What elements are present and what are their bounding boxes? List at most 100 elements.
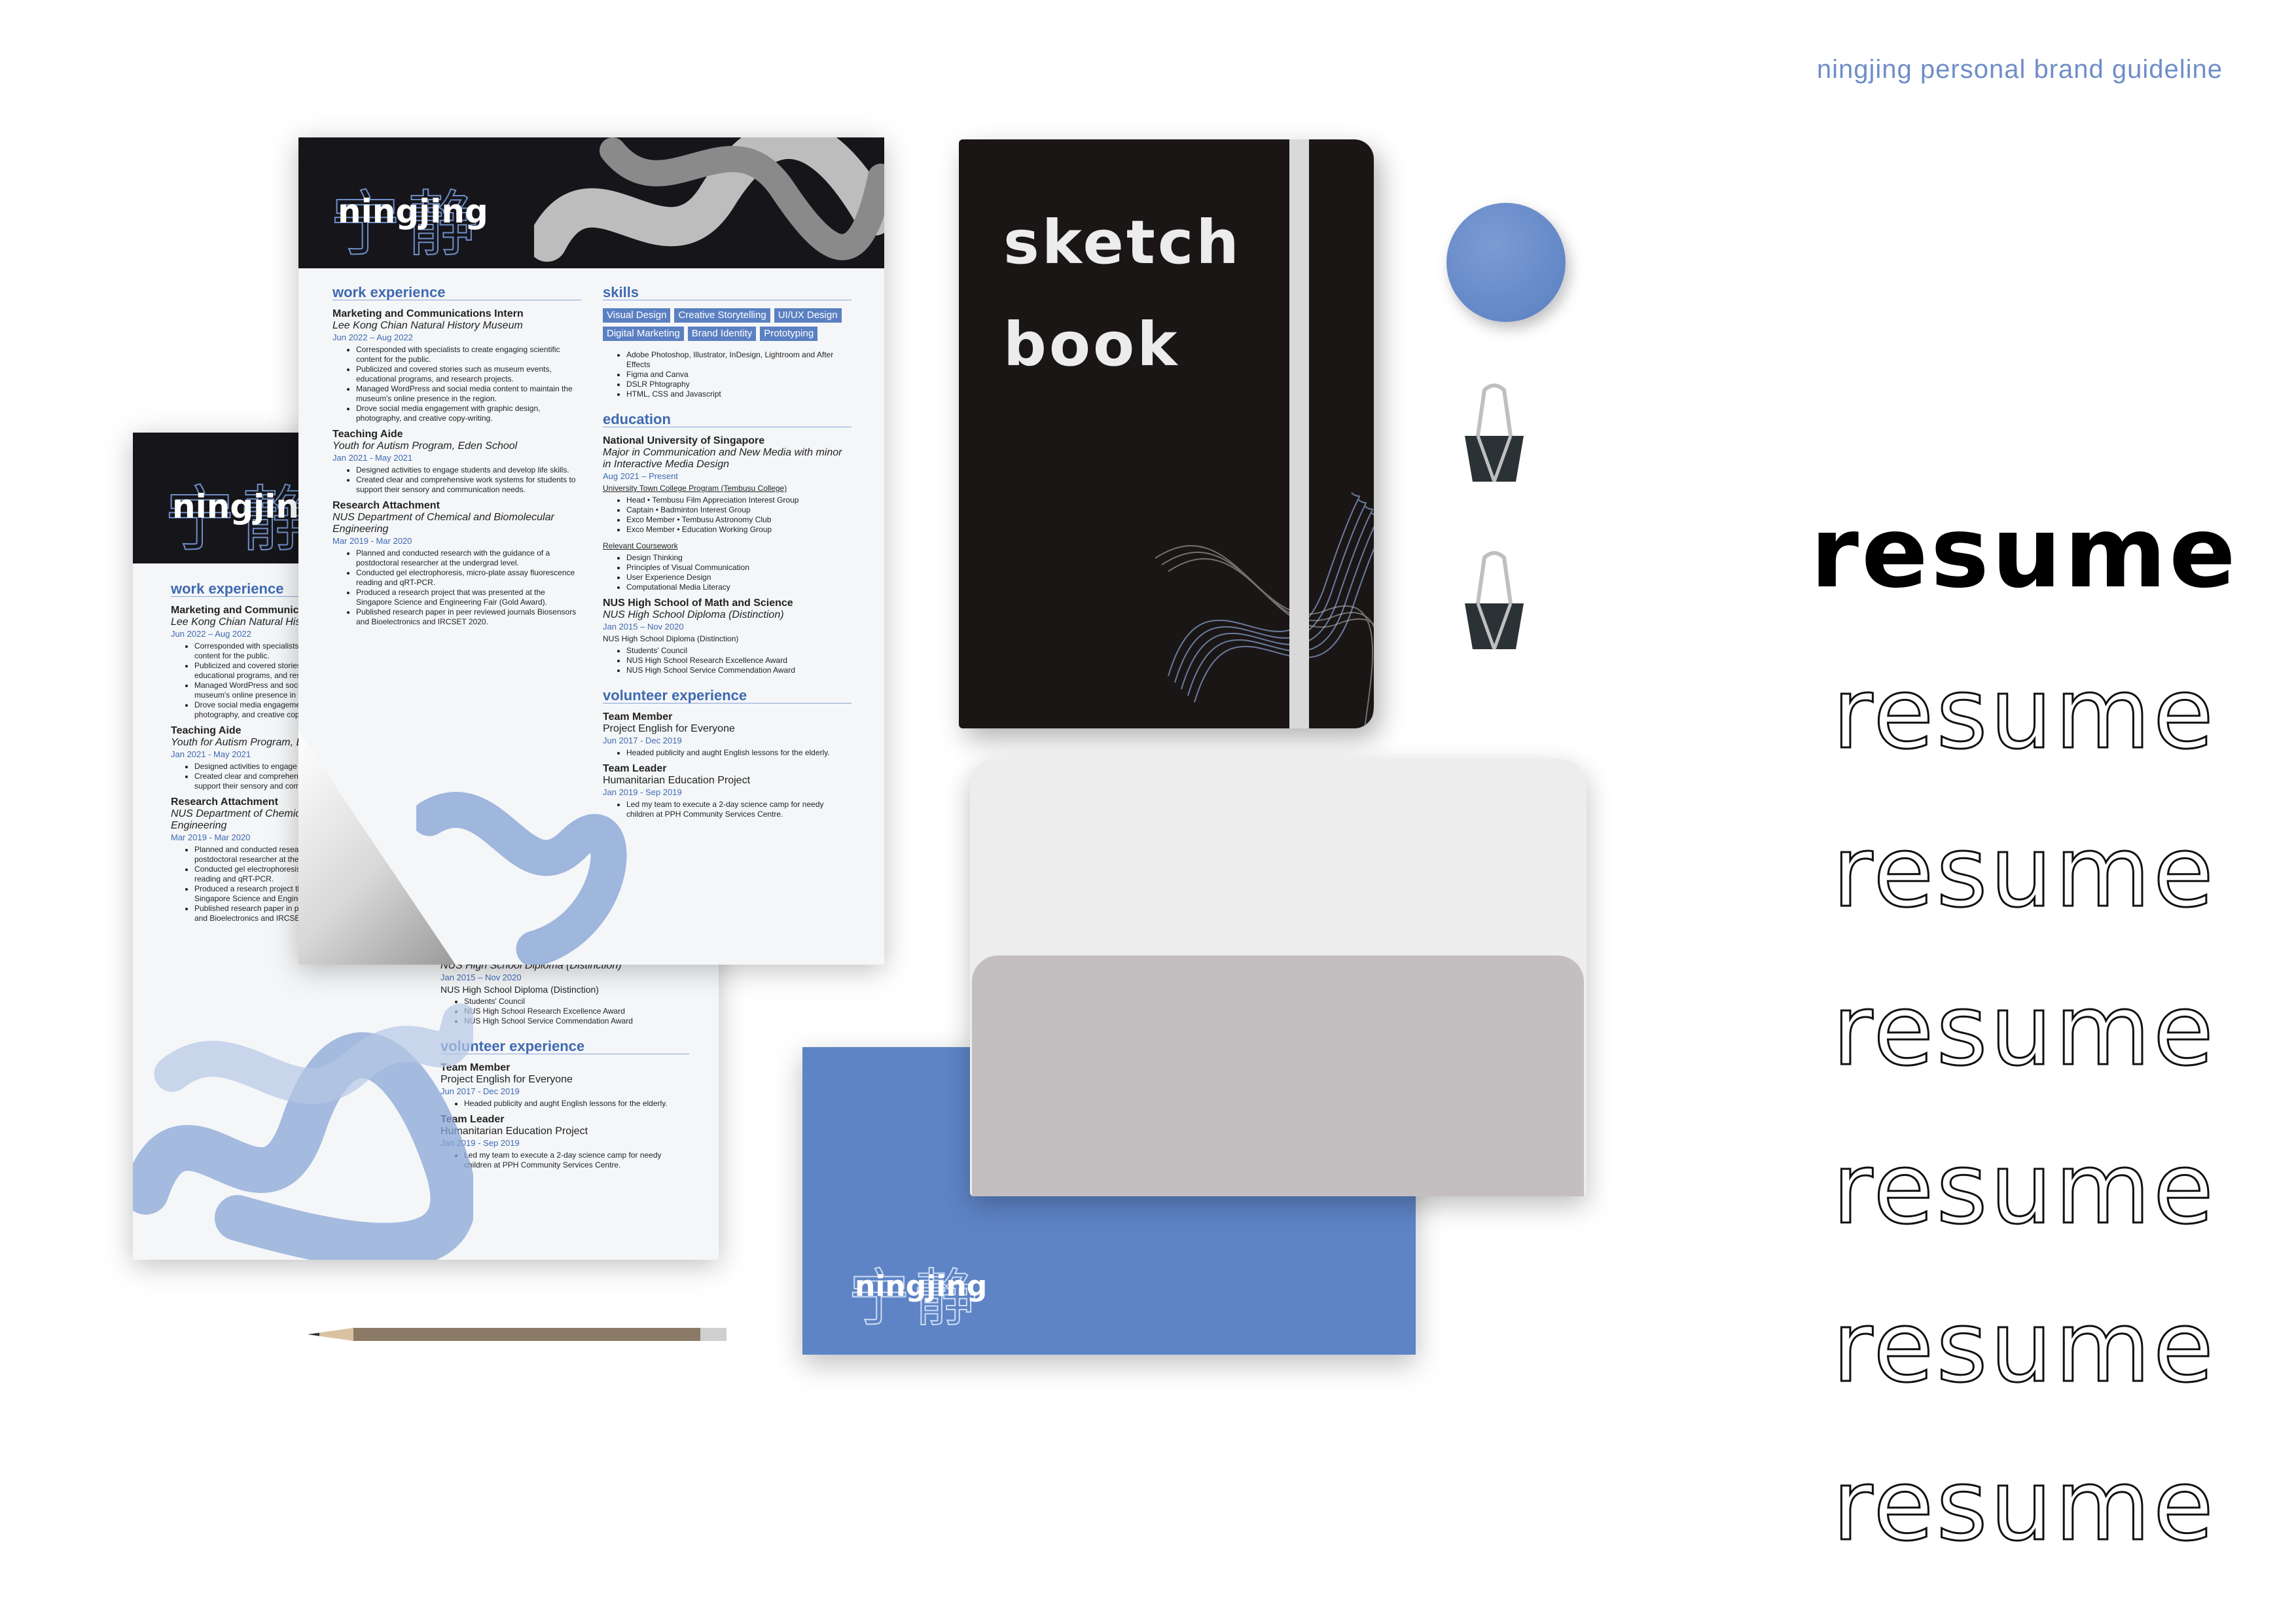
envelope-flap (972, 955, 1584, 1196)
sketchbook-elastic-band (1289, 139, 1309, 728)
vol-date: Jan 2019 - Sep 2019 (440, 1138, 520, 1148)
skills-heading: skills (603, 285, 852, 300)
vol-date: Jun 2017 - Dec 2019 (603, 736, 682, 745)
skill-tag: UI/UX Design (774, 308, 842, 323)
resume-lower-column: NUS High School of Math and Science NUS … (440, 943, 689, 1175)
edu-sub2: Relevant Coursework (603, 541, 678, 550)
edu-bullet: Computational Media Literacy (626, 582, 852, 592)
resume-front: 宁静 ningjing work experience Marketing an… (298, 137, 884, 965)
volunteer-heading: volunteer experience (440, 1039, 689, 1054)
edu-date: Jan 2015 – Nov 2020 (603, 622, 684, 632)
vol-org: Humanitarian Education Project (440, 1126, 588, 1137)
vol-org: Project English for Everyone (603, 723, 735, 734)
vol-title: Team Member (440, 1062, 511, 1073)
resume-word-outline: resume (1831, 974, 2216, 1088)
edu-sub: NUS High School Diploma (Distinction) (440, 984, 599, 995)
sketchbook: sketch book (959, 139, 1374, 728)
binder-clip-icon (1465, 383, 1524, 482)
resume-word-outline: resume (1831, 815, 2216, 929)
vol-bullet: Led my team to execute a 2-day science c… (626, 800, 852, 819)
resume-word-bold: resume (1810, 496, 2238, 610)
resume-word-outline: resume (1831, 1449, 2216, 1563)
edu-bullet: NUS High School Service Commendation Awa… (464, 1016, 689, 1026)
vol-title: Team Leader (440, 1114, 505, 1125)
vol-org: Humanitarian Education Project (603, 775, 751, 786)
blue-squiggle-art (133, 1003, 473, 1260)
edu-bullet: Exco Member • Tembusu Astronomy Club (626, 515, 852, 525)
pencil-icon (308, 1328, 726, 1341)
job-title: Teaching Aide (332, 429, 403, 440)
resume-header: 宁静 ningjing (298, 137, 884, 268)
binder-clip-icon (1465, 551, 1524, 650)
edu-sub: NUS High School Diploma (Distinction) (603, 634, 739, 643)
edu-bullet: Exco Member • Education Working Group (626, 525, 852, 535)
edu-date: Aug 2021 – Present (603, 471, 678, 481)
job-bullet: Drove social media engagement with graph… (356, 404, 581, 423)
skill-tag: Prototyping (760, 327, 818, 341)
blue-squiggle-art (416, 792, 627, 965)
job-org: Lee Kong Chian Natural History Museum (332, 320, 523, 331)
skill-bullet: Adobe Photoshop, Illustrator, InDesign, … (626, 350, 852, 370)
edu-bullet: Design Thinking (626, 553, 852, 563)
sketchbook-line-art (1155, 492, 1374, 728)
job-bullet: Produced a research project that was pre… (356, 588, 581, 607)
resume-work-column: work experience Marketing and Communicat… (332, 285, 581, 632)
edu-bullet: Principles of Visual Communication (626, 563, 852, 573)
vol-bullet: Led my team to execute a 2-day science c… (464, 1150, 689, 1170)
job-bullet: Published research paper in peer reviewe… (356, 607, 581, 627)
vol-date: Jan 2019 - Sep 2019 (603, 787, 682, 797)
vol-title: Team Member (603, 711, 673, 722)
job-title: Marketing and Communications Intern (332, 308, 524, 319)
vol-title: Team Leader (603, 763, 667, 774)
job-bullet: Conducted gel electrophoresis, micro-pla… (356, 568, 581, 588)
edu-bullet: NUS High School Research Excellence Awar… (464, 1007, 689, 1016)
skill-bullet: Figma and Canva (626, 370, 852, 380)
edu-sub: University Town College Program (Tembusu… (603, 484, 787, 493)
job-date: Jun 2022 – Aug 2022 (332, 332, 413, 342)
job-date: Jan 2021 - May 2021 (332, 453, 413, 463)
skill-tags: Visual Design Creative Storytelling UI/U… (603, 308, 852, 341)
skill-bullet: HTML, CSS and Javascript (626, 389, 852, 399)
edu-bullet: NUS High School Service Commendation Awa… (626, 666, 852, 675)
edu-title: National University of Singapore (603, 435, 765, 446)
gray-squiggle-art (534, 137, 884, 262)
education-heading: education (603, 412, 852, 427)
button-badge (1446, 203, 1566, 322)
work-heading: work experience (332, 285, 581, 300)
skill-tag: Creative Storytelling (674, 308, 770, 323)
skill-bullet: DSLR Phtography (626, 380, 852, 389)
edu-org: Major in Communication and New Media wit… (603, 447, 842, 470)
edu-bullet: Captain • Badminton Interest Group (626, 505, 852, 515)
edu-bullet: Students' Council (626, 646, 852, 656)
skill-tag: Brand Identity (687, 327, 757, 341)
resume-word-outline: resume (1831, 657, 2216, 771)
resume-word-outline: resume (1831, 1291, 2216, 1404)
folder-logo-en: ningjing (855, 1270, 988, 1303)
job-bullet: Designed activities to engage students a… (356, 465, 581, 475)
job-bullet: Managed WordPress and social media conte… (356, 384, 581, 404)
resume-word-outline: resume (1831, 1132, 2216, 1246)
job-bullet: Publicized and covered stories such as m… (356, 365, 581, 384)
logo-en: ningjing (338, 192, 488, 230)
skill-tag: Digital Marketing (603, 327, 684, 341)
job-org: NUS Department of Chemical and Biomolecu… (332, 512, 554, 535)
volunteer-heading: volunteer experience (603, 688, 852, 704)
edu-bullet: Students' Council (464, 997, 689, 1007)
edu-date: Jan 2015 – Nov 2020 (440, 972, 522, 982)
job-date: Mar 2019 - Mar 2020 (332, 536, 412, 546)
edu-title: NUS High School of Math and Science (603, 597, 793, 609)
sketchbook-line1: sketch (1003, 207, 1242, 277)
brand-guideline-header: ningjing personal brand guideline (1816, 55, 2223, 84)
edu-org: NUS High School Diploma (Distinction) (603, 609, 784, 620)
job-bullet: Created clear and comprehensive work sys… (356, 475, 581, 495)
job-title: Research Attachment (332, 500, 440, 511)
resume-right-column: skills Visual Design Creative Storytelli… (603, 285, 852, 825)
vol-bullet: Headed publicity and aught English lesso… (464, 1099, 689, 1109)
sketchbook-title: sketch book (1003, 192, 1242, 396)
job-bullet: Planned and conducted research with the … (356, 548, 581, 568)
vol-date: Jun 2017 - Dec 2019 (440, 1086, 520, 1096)
vol-bullet: Headed publicity and aught English lesso… (626, 748, 852, 758)
vol-org: Project English for Everyone (440, 1074, 573, 1085)
sketchbook-line2: book (1003, 310, 1180, 380)
job-org: Youth for Autism Program, Eden School (332, 440, 518, 452)
